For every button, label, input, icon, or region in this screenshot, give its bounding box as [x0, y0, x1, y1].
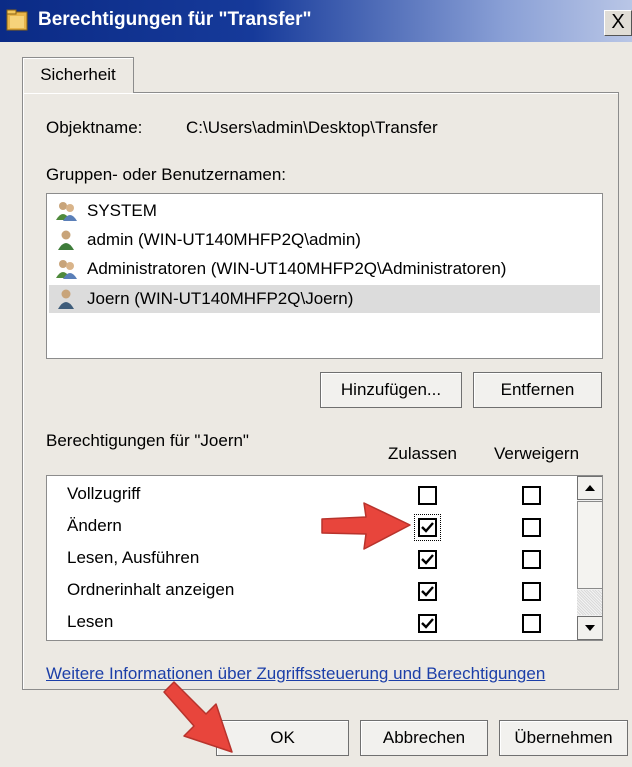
- close-button[interactable]: X: [604, 10, 632, 36]
- deny-checkbox[interactable]: [522, 518, 541, 537]
- tab-label: Sicherheit: [40, 65, 116, 84]
- annotation-arrow-icon: [321, 502, 411, 550]
- allow-checkbox[interactable]: [418, 550, 437, 569]
- allow-checkbox[interactable]: [418, 518, 437, 537]
- scroll-thumb[interactable]: [577, 501, 602, 589]
- scroll-up-button[interactable]: [577, 476, 602, 500]
- list-item-selected[interactable]: Joern (WIN-UT140MHFP2Q\Joern): [49, 285, 600, 313]
- list-item-label: Administratoren (WIN-UT140MHFP2Q\Adminis…: [87, 259, 507, 278]
- help-link[interactable]: Weitere Informationen über Zugriffssteue…: [46, 664, 545, 684]
- scroll-down-button[interactable]: [577, 616, 602, 640]
- object-name-value: C:\Users\admin\Desktop\Transfer: [186, 118, 438, 137]
- tab-sicherheit[interactable]: Sicherheit: [22, 57, 134, 93]
- permission-name: Ordnerinhalt anzeigen: [67, 580, 235, 599]
- group-icon: [56, 260, 77, 279]
- list-item[interactable]: admin (WIN-UT140MHFP2Q\admin): [49, 226, 600, 254]
- groups-label: Gruppen- oder Benutzernamen:: [46, 165, 287, 184]
- list-item[interactable]: Administratoren (WIN-UT140MHFP2Q\Adminis…: [49, 255, 600, 283]
- permissions-dialog: Berechtigungen für "Transfer" X Sicherhe…: [0, 0, 632, 767]
- folder-icon: [6, 9, 28, 31]
- permission-row: Vollzugriff: [47, 479, 577, 511]
- checkmark-icon: [421, 522, 434, 533]
- apply-button[interactable]: Übernehmen: [499, 720, 628, 756]
- permission-row: Ändern: [47, 511, 577, 543]
- list-item[interactable]: SYSTEM: [49, 197, 600, 225]
- permission-name: Ändern: [67, 516, 122, 535]
- list-item-label: admin (WIN-UT140MHFP2Q\admin): [87, 230, 361, 249]
- deny-checkbox[interactable]: [522, 582, 541, 601]
- permission-row: Lesen: [47, 607, 577, 639]
- allow-checkbox[interactable]: [418, 582, 437, 601]
- user-icon: [58, 230, 74, 250]
- title-bar[interactable]: Berechtigungen für "Transfer" X: [0, 0, 632, 42]
- user-icon: [58, 289, 74, 309]
- deny-checkbox[interactable]: [522, 486, 541, 505]
- allow-checkbox[interactable]: [418, 486, 437, 505]
- permissions-label: Berechtigungen für "Joern": [46, 431, 249, 450]
- window-title: Berechtigungen für "Transfer": [38, 9, 312, 30]
- group-icon: [56, 202, 77, 221]
- scroll-track[interactable]: [577, 590, 602, 615]
- permissions-scrollbar[interactable]: [577, 476, 602, 640]
- object-name-label: Objektname:: [46, 118, 143, 137]
- list-item-label: SYSTEM: [87, 201, 157, 220]
- deny-column-header: Verweigern: [494, 444, 580, 463]
- permission-row: Lesen, Ausführen: [47, 543, 577, 575]
- checkmark-icon: [421, 618, 434, 629]
- permission-row: Ordnerinhalt anzeigen: [47, 575, 577, 607]
- permission-name: Vollzugriff: [67, 484, 141, 503]
- add-button[interactable]: Hinzufügen...: [320, 372, 462, 408]
- deny-checkbox[interactable]: [522, 614, 541, 633]
- checkmark-icon: [421, 554, 434, 565]
- groups-listbox[interactable]: SYSTEM admin (WIN-UT140MHFP2Q\admin) Adm…: [46, 193, 603, 359]
- checkmark-icon: [421, 586, 434, 597]
- cancel-button[interactable]: Abbrechen: [360, 720, 488, 756]
- remove-button[interactable]: Entfernen: [473, 372, 602, 408]
- list-item-label: Joern (WIN-UT140MHFP2Q\Joern): [87, 289, 354, 308]
- annotation-arrow-icon: [163, 681, 233, 753]
- arrow-up-icon: [585, 485, 595, 491]
- permission-name: Lesen, Ausführen: [67, 548, 200, 567]
- allow-column-header: Zulassen: [388, 444, 457, 463]
- deny-checkbox[interactable]: [522, 550, 541, 569]
- permission-name: Lesen: [67, 612, 114, 631]
- allow-checkbox[interactable]: [418, 614, 437, 633]
- arrow-down-icon: [585, 625, 595, 631]
- close-icon: X: [611, 11, 625, 33]
